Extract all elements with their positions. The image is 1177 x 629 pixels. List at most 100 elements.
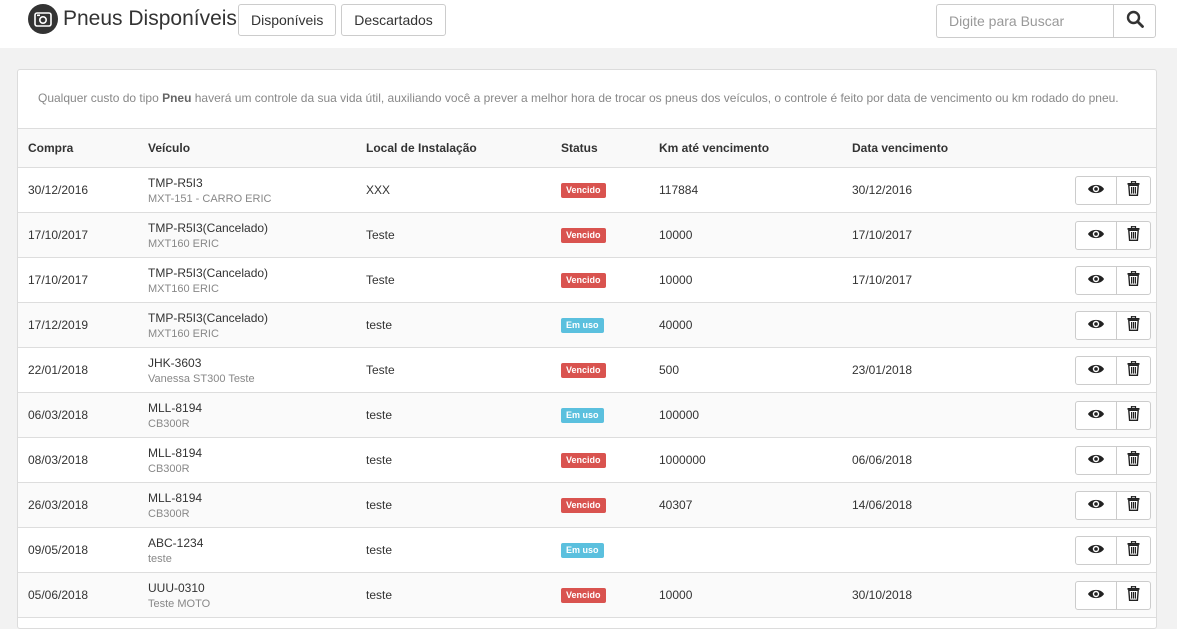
cell-actions <box>1012 527 1156 573</box>
delete-button[interactable] <box>1116 265 1151 295</box>
status-badge: Vencido <box>561 183 606 198</box>
cell-km <box>649 527 842 573</box>
eye-icon <box>1087 228 1105 243</box>
cell-km: 40000 <box>649 302 842 348</box>
cell-veiculo: MLL-8194 CB300R <box>138 482 356 528</box>
table-row: 30/12/2016 TMP-R5I3 MXT-151 - CARRO ERIC XX… <box>18 167 1156 213</box>
column-header-actions <box>1012 128 1156 168</box>
search-button[interactable] <box>1113 4 1156 38</box>
column-header-local[interactable]: Local de Instalação <box>356 128 551 168</box>
status-badge: Vencido <box>561 273 606 288</box>
cell-veiculo: UUU-0310 Teste MOTO <box>138 572 356 618</box>
cell-data-vencimento <box>842 527 1012 573</box>
delete-button[interactable] <box>1116 535 1151 565</box>
brand: Pneus Disponíveis <box>28 4 237 34</box>
cell-local: teste <box>356 482 551 528</box>
trash-icon <box>1127 540 1140 559</box>
view-button[interactable] <box>1075 175 1117 205</box>
vehicle-plate: ABC-1234 <box>148 535 204 550</box>
view-button[interactable] <box>1075 265 1117 295</box>
vehicle-plate: MLL-8194 <box>148 445 203 460</box>
trash-icon <box>1127 270 1140 289</box>
cell-local: Teste <box>356 212 551 258</box>
column-header-data[interactable]: Data vencimento <box>842 128 1012 168</box>
page-title: Pneus Disponíveis <box>63 7 237 30</box>
view-button[interactable] <box>1075 580 1117 610</box>
cell-compra: 22/01/2018 <box>18 347 138 393</box>
delete-button[interactable] <box>1116 580 1151 610</box>
cell-status: Vencido <box>551 212 649 258</box>
cell-veiculo: ABC-1234 teste <box>138 527 356 573</box>
table-row: 17/10/2017 TMP-R5I3(Cancelado) MXT160 ERIC… <box>18 212 1156 258</box>
view-button[interactable] <box>1075 220 1117 250</box>
cell-data-vencimento <box>842 302 1012 348</box>
view-button[interactable] <box>1075 400 1117 430</box>
cell-data-vencimento: 30/12/2016 <box>842 167 1012 213</box>
vehicle-description: teste <box>148 552 172 565</box>
cell-status: Em uso <box>551 392 649 438</box>
cell-data-vencimento: 17/10/2017 <box>842 212 1012 258</box>
column-header-compra[interactable]: Compra <box>18 128 138 168</box>
tab-descartados[interactable]: Descartados <box>341 4 446 36</box>
delete-button[interactable] <box>1116 400 1151 430</box>
pneus-table: Compra Veículo Local de Instalação Statu… <box>18 128 1156 618</box>
tab-disponiveis[interactable]: Disponíveis <box>238 4 336 36</box>
cell-actions <box>1012 572 1156 618</box>
vehicle-description: CB300R <box>148 462 190 475</box>
vehicle-description: Vanessa ST300 Teste <box>148 372 255 385</box>
trash-icon <box>1127 225 1140 244</box>
delete-button[interactable] <box>1116 445 1151 475</box>
view-button[interactable] <box>1075 490 1117 520</box>
table-row: 06/03/2018 MLL-8194 CB300R teste Em uso 10000… <box>18 392 1156 438</box>
cell-status: Vencido <box>551 167 649 213</box>
cell-km: 10000 <box>649 572 842 618</box>
cell-local: teste <box>356 302 551 348</box>
cell-local: teste <box>356 527 551 573</box>
vehicle-plate: MLL-8194 <box>148 490 203 505</box>
delete-button[interactable] <box>1116 310 1151 340</box>
delete-button[interactable] <box>1116 355 1151 385</box>
vehicle-plate: TMP-R5I3(Cancelado) <box>148 310 269 325</box>
cell-data-vencimento: 14/06/2018 <box>842 482 1012 528</box>
cell-compra: 26/03/2018 <box>18 482 138 528</box>
cell-compra: 05/06/2018 <box>18 572 138 618</box>
cell-local: teste <box>356 572 551 618</box>
eye-icon <box>1087 183 1105 198</box>
search-input[interactable] <box>936 4 1113 38</box>
vehicle-plate: UUU-0310 <box>148 580 205 595</box>
cell-compra: 06/03/2018 <box>18 392 138 438</box>
view-button[interactable] <box>1075 535 1117 565</box>
view-button[interactable] <box>1075 445 1117 475</box>
cell-actions <box>1012 167 1156 213</box>
delete-button[interactable] <box>1116 220 1151 250</box>
cell-actions <box>1012 212 1156 258</box>
cell-km: 1000000 <box>649 437 842 483</box>
cell-km: 10000 <box>649 257 842 303</box>
cell-veiculo: TMP-R5I3(Cancelado) MXT160 ERIC <box>138 212 356 258</box>
column-header-km[interactable]: Km até vencimento <box>649 128 842 168</box>
cell-actions <box>1012 347 1156 393</box>
delete-button[interactable] <box>1116 490 1151 520</box>
trash-icon <box>1127 450 1140 469</box>
cell-compra: 30/12/2016 <box>18 167 138 213</box>
cell-veiculo: TMP-R5I3(Cancelado) MXT160 ERIC <box>138 257 356 303</box>
cell-status: Em uso <box>551 302 649 348</box>
cell-veiculo: JHK-3603 Vanessa ST300 Teste <box>138 347 356 393</box>
view-button[interactable] <box>1075 310 1117 340</box>
trash-icon <box>1127 315 1140 334</box>
delete-button[interactable] <box>1116 175 1151 205</box>
cell-status: Em uso <box>551 527 649 573</box>
cell-veiculo: TMP-R5I3(Cancelado) MXT160 ERIC <box>138 302 356 348</box>
cell-data-vencimento: 30/10/2018 <box>842 572 1012 618</box>
camera-icon <box>28 4 58 34</box>
vehicle-plate: MLL-8194 <box>148 400 203 415</box>
vehicle-description: MXT160 ERIC <box>148 327 219 340</box>
trash-icon <box>1127 585 1140 604</box>
table-row: 09/05/2018 ABC-1234 teste teste Em uso <box>18 527 1156 573</box>
cell-data-vencimento <box>842 392 1012 438</box>
cell-veiculo: TMP-R5I3 MXT-151 - CARRO ERIC <box>138 167 356 213</box>
column-header-veiculo[interactable]: Veículo <box>138 128 356 168</box>
view-button[interactable] <box>1075 355 1117 385</box>
table-row: 08/03/2018 MLL-8194 CB300R teste Vencido 1000… <box>18 437 1156 483</box>
column-header-status[interactable]: Status <box>551 128 649 168</box>
